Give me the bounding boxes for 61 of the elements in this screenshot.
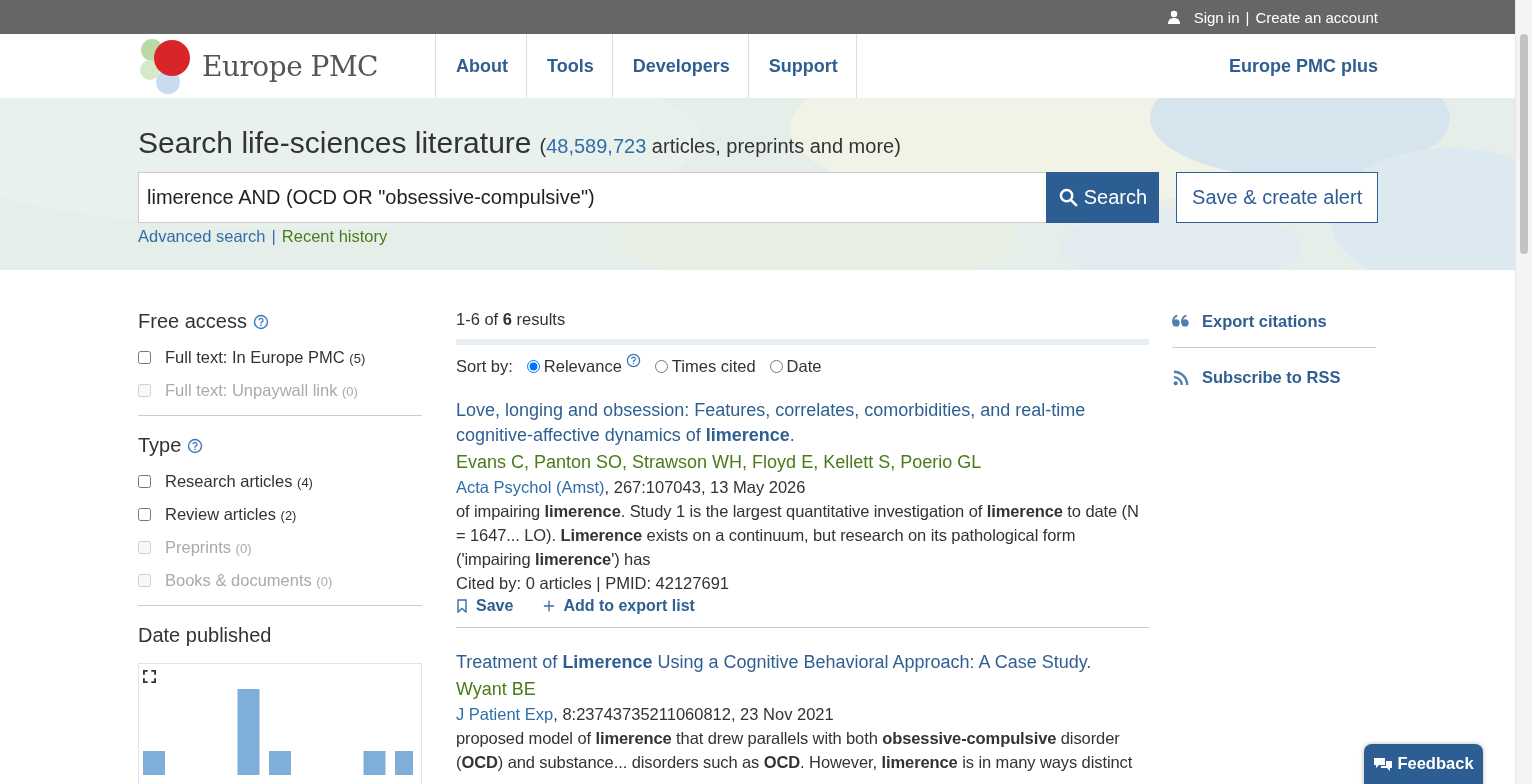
filter-label: Preprints (0) xyxy=(165,538,252,557)
plus-icon xyxy=(543,599,556,613)
journal-link[interactable]: J Patient Exp xyxy=(456,705,554,723)
feedback-button[interactable]: Feedback xyxy=(1364,744,1483,784)
bookmark-icon xyxy=(456,599,468,613)
sort-label: Sort by: xyxy=(456,357,513,376)
filter-heading: Free access xyxy=(138,310,247,333)
create-account-link[interactable]: Create an account xyxy=(1255,8,1378,26)
sort-option-label: Times cited xyxy=(671,357,756,376)
publication-details: , 267:107043, 13 May 2026 xyxy=(604,478,806,496)
logo-text[interactable]: Europe PMC xyxy=(202,49,379,83)
filter-label: Full text: In Europe PMC (5) xyxy=(165,348,366,367)
filter-checkbox[interactable] xyxy=(138,351,151,364)
sort-option-label: Relevance xyxy=(543,357,622,376)
result-authors: Evans C, Panton SO, Strawson WH, Floyd E, Kellett S, Poerio GL xyxy=(456,451,983,474)
search-button[interactable]: Search xyxy=(1046,172,1160,223)
advanced-search-link[interactable]: Advanced search xyxy=(138,227,266,246)
help-icon[interactable] xyxy=(187,437,204,454)
citation-info: Cited by: 0 articles | PMID: 42127691 xyxy=(456,573,730,594)
plus-link[interactable]: Europe PMC plus xyxy=(1229,55,1378,77)
article-count: (48,589,723 articles, preprints and more) xyxy=(539,135,901,158)
result-snippet: of impairing limerence. Study 1 is the largest quantitative investigation of limerence to date (N = 1647... LO). Limerence exists on a continuum, but research on its pathological form ('impairing limerence') has xyxy=(456,501,1140,570)
separator: | xyxy=(271,227,276,246)
filter-checkbox[interactable] xyxy=(138,508,151,521)
chat-icon xyxy=(1373,755,1394,772)
filter-heading: Type xyxy=(138,434,182,457)
user-icon xyxy=(1167,10,1180,24)
journal-link[interactable]: Acta Psychol (Amst) xyxy=(456,478,605,496)
sort-radio[interactable] xyxy=(769,360,783,373)
add-to-export-link[interactable]: Add to export list xyxy=(543,597,695,615)
save-alert-button[interactable]: Save & create alert xyxy=(1176,172,1378,223)
expand-icon[interactable] xyxy=(143,670,156,683)
result-title-link[interactable]: Love, longing and obsession: Features, correlates, comorbidities, and real-time cognitive-affective dynamics of limerence. xyxy=(456,398,1149,448)
subscribe-rss-link[interactable]: Subscribe to RSS xyxy=(1172,366,1376,403)
separator: | xyxy=(1245,8,1250,26)
export-citations-link[interactable]: Export citations xyxy=(1172,310,1376,348)
help-icon[interactable] xyxy=(252,313,269,330)
filter-checkbox[interactable] xyxy=(138,475,151,488)
count-link[interactable]: 48,589,723 xyxy=(546,135,647,157)
publication-details: , 8:23743735211060812, 23 Nov 2021 xyxy=(553,705,834,723)
search-field[interactable]: limerence AND (OCD OR "obsessive-compulsive") xyxy=(138,172,1047,223)
filter-label: Books & documents (0) xyxy=(165,571,333,590)
filter-label: Research articles (4) xyxy=(165,472,313,491)
result-snippet: proposed model of limerence that drew parallels with both obsessive-compulsive disorder (OCD) and substance... disorders such as OCD. However, limerence is in many ways distinct xyxy=(456,728,1134,773)
rss-icon xyxy=(1172,369,1190,386)
filter-heading: Date published xyxy=(138,624,272,647)
sort-radio[interactable] xyxy=(654,360,668,373)
sort-radio[interactable] xyxy=(526,360,540,373)
filter-label: Full text: Unpaywall link (0) xyxy=(165,381,358,400)
save-link[interactable]: Save xyxy=(456,597,514,615)
filter-label: Review articles (2) xyxy=(165,505,297,524)
scrollbar-thumb[interactable] xyxy=(1520,34,1528,254)
results-summary: 1-6 of 6 results xyxy=(456,310,1149,345)
result-authors: Wyant BE xyxy=(456,678,537,701)
search-heading: Search life-sciences literature xyxy=(138,126,532,160)
search-icon xyxy=(1058,188,1078,207)
sort-option-label: Date xyxy=(786,357,822,376)
sign-in-link[interactable]: Sign in xyxy=(1193,8,1240,26)
result-title-link[interactable]: Treatment of Limerence Using a Cognitive Behavioral Approach: A Case Study. xyxy=(456,650,1149,675)
recent-history-link[interactable]: Recent history xyxy=(281,227,388,246)
help-icon[interactable] xyxy=(625,353,641,368)
